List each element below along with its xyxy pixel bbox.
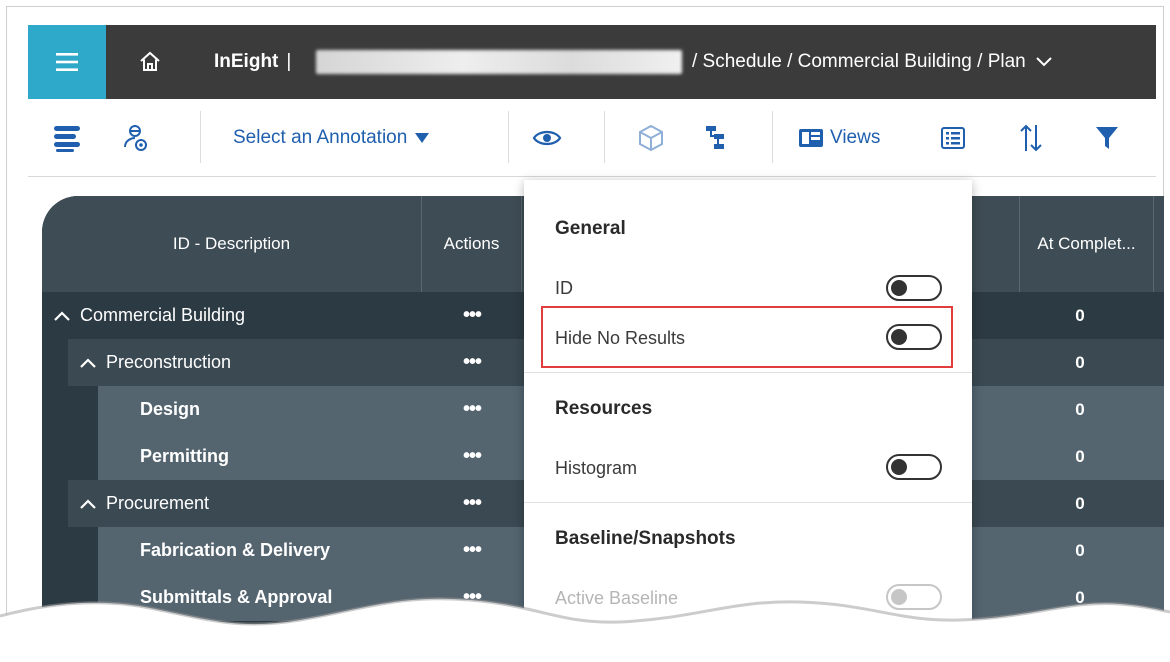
row-at-completion-value: 0 [1075, 305, 1085, 325]
section-divider [524, 502, 972, 503]
filter-icon [1096, 127, 1118, 149]
section-title-baseline-snapshots: Baseline/Snapshots [555, 528, 736, 549]
toggle-knob [891, 589, 907, 605]
home-button[interactable] [118, 25, 182, 99]
caret-down-icon [415, 133, 430, 143]
view-options-panel: General ID Hide No Results Resources His… [524, 180, 972, 650]
row-at-completion-value: 0 [1075, 446, 1085, 466]
row-at-completion-value: 0 [1075, 493, 1085, 513]
row-at-completion-value: 0 [1075, 399, 1085, 419]
row-label: Procurement [106, 493, 210, 513]
option-label-histogram: Histogram [555, 458, 638, 478]
toolbar-divider [772, 111, 773, 163]
row-actions-menu[interactable]: ••• [422, 480, 522, 527]
column-header-id-description[interactable]: ID - Description [42, 196, 422, 292]
row-label: Permitting [140, 446, 230, 466]
views-icon [799, 129, 823, 147]
eye-icon [532, 130, 562, 146]
app-header: InEight | / Schedule / Commercial Buildi… [28, 25, 1156, 99]
hierarchy-icon [706, 126, 724, 149]
row-actions-menu[interactable]: ••• [422, 386, 522, 433]
row-label: Design [140, 399, 201, 419]
collapse-icon[interactable] [54, 310, 70, 321]
task-list-icon [54, 126, 80, 152]
toolbar: Select an Annotation Views [28, 99, 1156, 177]
brand-separator: | [286, 51, 292, 72]
row-actions-menu[interactable]: ••• [422, 574, 522, 621]
row-description: Procurement [42, 480, 422, 527]
option-label-id: ID [555, 278, 573, 298]
row-actions-menu[interactable]: ••• [422, 339, 522, 386]
brand-name: InEight [214, 51, 279, 72]
filter-button[interactable] [1086, 117, 1128, 159]
row-label: Commercial Building [80, 305, 246, 325]
redacted-project-name [316, 50, 682, 74]
breadcrumb[interactable]: / Schedule / Commercial Building / Plan [692, 25, 1052, 99]
row-at-completion-value: 0 [1075, 540, 1085, 560]
section-title-general: General [555, 218, 626, 239]
home-icon [140, 51, 160, 71]
cube-icon [639, 124, 663, 152]
sort-button[interactable] [1010, 117, 1052, 159]
toolbar-divider [200, 111, 201, 163]
row-description: Design [42, 386, 422, 433]
row-description: Commercial Building [42, 292, 422, 339]
resource-settings-button[interactable] [114, 117, 156, 159]
annotation-select[interactable]: Select an Annotation [233, 99, 430, 177]
toggle-id[interactable] [886, 275, 942, 301]
row-at-completion-value: 0 [1075, 587, 1085, 607]
option-label-hide-no-results: Hide No Results [555, 328, 686, 348]
3d-model-button[interactable] [630, 117, 672, 159]
views-button[interactable]: Views [798, 99, 880, 177]
menu-button[interactable] [28, 25, 106, 99]
breadcrumb-text: / Schedule / Commercial Building / Plan [692, 51, 1026, 72]
views-label: Views [830, 127, 881, 148]
option-label-active-baseline: Active Baseline [555, 588, 679, 608]
toolbar-divider [604, 111, 605, 163]
hamburger-icon [56, 53, 78, 71]
toggle-hide-no-results[interactable] [886, 324, 942, 350]
row-actions-menu[interactable]: ••• [422, 527, 522, 574]
column-header-hidden [972, 196, 1020, 292]
column-header-at-completion[interactable]: At Complet... [1020, 196, 1154, 292]
visibility-button[interactable] [526, 117, 568, 159]
toggle-knob [891, 459, 907, 475]
toolbar-divider [508, 111, 509, 163]
screenshot-frame: InEight | / Schedule / Commercial Buildi… [0, 0, 1170, 662]
toggle-knob [891, 280, 907, 296]
row-description: Submittals & Approval [42, 574, 422, 621]
hierarchy-button[interactable] [694, 117, 736, 159]
row-description: Preconstruction [42, 339, 422, 386]
toggle-knob [891, 329, 907, 345]
toggle-histogram[interactable] [886, 454, 942, 480]
annotation-select-label: Select an Annotation [233, 127, 408, 148]
row-label: Submittals & Approval [140, 587, 333, 607]
list-view-button[interactable] [932, 117, 974, 159]
resource-settings-icon [124, 125, 147, 151]
collapse-icon[interactable] [80, 498, 96, 509]
row-at-completion-value: 0 [1075, 352, 1085, 372]
collapse-icon[interactable] [80, 357, 96, 368]
chevron-down-icon[interactable] [1036, 57, 1052, 67]
section-title-resources: Resources [555, 398, 653, 419]
toggle-active-baseline [886, 584, 942, 610]
row-label: Preconstruction [106, 352, 232, 372]
column-header-actions[interactable]: Actions [422, 196, 522, 292]
task-list-button[interactable] [46, 117, 88, 159]
row-label: Fabrication & Delivery [140, 540, 331, 560]
row-description: Permitting [42, 433, 422, 480]
sort-icon [1020, 124, 1042, 152]
list-icon [941, 127, 965, 149]
brand-logo[interactable]: InEight | [214, 25, 291, 99]
row-actions-menu[interactable]: ••• [422, 292, 522, 339]
section-divider [524, 372, 972, 373]
row-description: Fabrication & Delivery [42, 527, 422, 574]
row-actions-menu[interactable]: ••• [422, 433, 522, 480]
